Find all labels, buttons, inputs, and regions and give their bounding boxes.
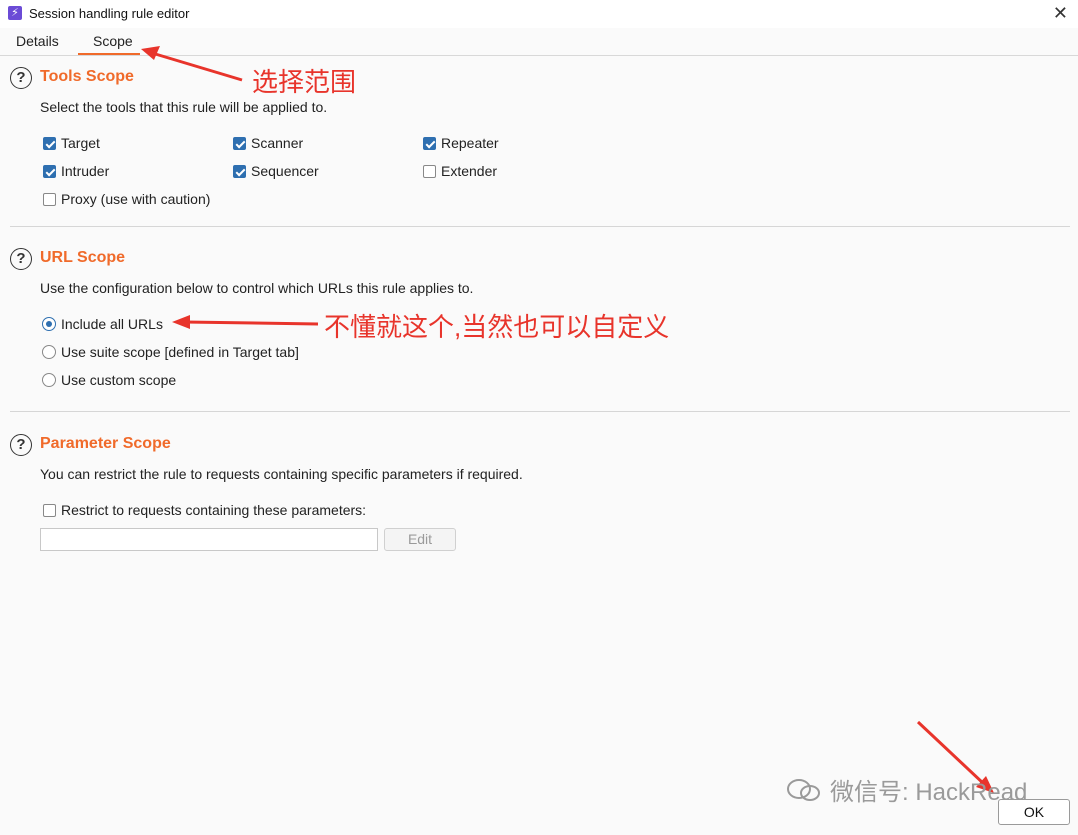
annotation-overlay [141, 46, 994, 793]
annotation-scope-note: 选择范围 [252, 67, 357, 97]
annotation-url-note: 不懂就这个,当然也可以自定义 [324, 312, 670, 342]
wechat-icon [787, 779, 820, 801]
arrow-to-scope-tab [141, 46, 243, 82]
arrow-to-include-all [172, 315, 319, 329]
ok-button[interactable]: OK [998, 799, 1070, 825]
